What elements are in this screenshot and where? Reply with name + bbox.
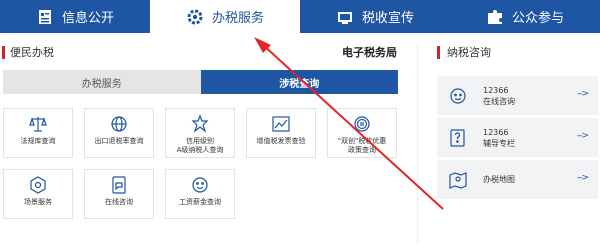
tv-icon [336, 8, 354, 26]
tab-tax-service[interactable]: 办税服务 [150, 0, 300, 33]
headset-icon [448, 86, 468, 106]
section-marker [437, 46, 440, 59]
service-card-scenario[interactable]: 场景服务 [3, 169, 73, 219]
subtab-tax-query[interactable]: 涉税查询 [200, 70, 398, 94]
service-card-online-consult[interactable]: 在线咨询 [84, 169, 154, 219]
tab-label: 公众参与 [511, 11, 564, 26]
section-title: 便民办税 [10, 46, 54, 59]
consult-item-label: 办税地图 [483, 175, 515, 184]
smile-icon [190, 175, 210, 195]
service-card-regulation-query[interactable]: 法规库查询 [3, 108, 73, 158]
consult-item-guidance[interactable]: 12366 辅导专栏 --> [437, 118, 598, 157]
service-label: 增值税发票查验 [256, 137, 306, 145]
subtab-tax-service[interactable]: 办税服务 [3, 70, 201, 94]
hexagon-icon [28, 175, 48, 195]
service-card-invoice-check[interactable]: 增值税发票查验 [246, 108, 316, 158]
convenient-tax-section-header: 便民办税 电子税务局 [0, 42, 400, 62]
map-icon [448, 170, 468, 190]
gear-icon [186, 8, 204, 26]
globe-icon [109, 114, 129, 134]
chat-icon [109, 175, 129, 195]
arrow-icon: --> [576, 131, 589, 141]
badge-icon [352, 114, 372, 134]
arrow-icon: --> [576, 173, 589, 183]
tab-label: 办税服务 [211, 11, 264, 26]
chart-icon [271, 114, 291, 134]
etax-bureau-link[interactable]: 电子税务局 [342, 44, 397, 60]
service-card-innovation-policy[interactable]: "双创"税收优惠 政策查询 [327, 108, 397, 158]
consult-item-number: 12366 [483, 127, 509, 137]
puzzle-icon [486, 8, 504, 26]
service-label: 信用级别 A级纳税人查询 [176, 137, 224, 154]
star-shield-icon [190, 114, 210, 134]
consult-item-online[interactable]: 12366 在线咨询 --> [437, 76, 598, 115]
tab-tax-promotion[interactable]: 税收宣传 [300, 0, 450, 33]
consult-item-map[interactable]: 办税地图 --> [437, 160, 598, 199]
question-icon [448, 128, 468, 148]
service-label: 出口退税率查询 [94, 137, 144, 145]
service-subtabs: 办税服务 涉税查询 [3, 70, 398, 94]
tab-public-participation[interactable]: 公众参与 [450, 0, 600, 33]
service-label: 工资薪金查询 [179, 198, 221, 206]
top-navigation: 信息公开 办税服务 税收宣传 公众参与 [0, 0, 600, 33]
scales-icon [28, 114, 48, 134]
service-card-export-rebate[interactable]: 出口退税率查询 [84, 108, 154, 158]
consult-item-label: 辅导专栏 [483, 138, 515, 148]
tab-info-public[interactable]: 信息公开 [0, 0, 150, 33]
consult-item-text: 12366 辅导专栏 [483, 127, 515, 149]
consult-item-label: 在线咨询 [483, 96, 515, 106]
service-card-credit-rating[interactable]: 信用级别 A级纳税人查询 [165, 108, 235, 158]
section-marker [2, 46, 5, 59]
service-label: 法规库查询 [20, 137, 56, 145]
consult-item-text: 12366 在线咨询 [483, 85, 515, 107]
tax-consult-title: 纳税咨询 [447, 46, 491, 59]
service-label: 在线咨询 [105, 198, 133, 206]
arrow-icon: --> [576, 89, 589, 99]
tab-label: 税收宣传 [361, 11, 414, 26]
column-divider [417, 45, 418, 245]
service-label: 场景服务 [24, 198, 52, 206]
tab-label: 信息公开 [61, 11, 114, 26]
document-icon [36, 8, 54, 26]
service-label: "双创"税收优惠 政策查询 [337, 137, 387, 154]
service-card-salary-query[interactable]: 工资薪金查询 [165, 169, 235, 219]
consult-item-text: 办税地图 [483, 174, 515, 185]
consult-item-number: 12366 [483, 85, 509, 95]
